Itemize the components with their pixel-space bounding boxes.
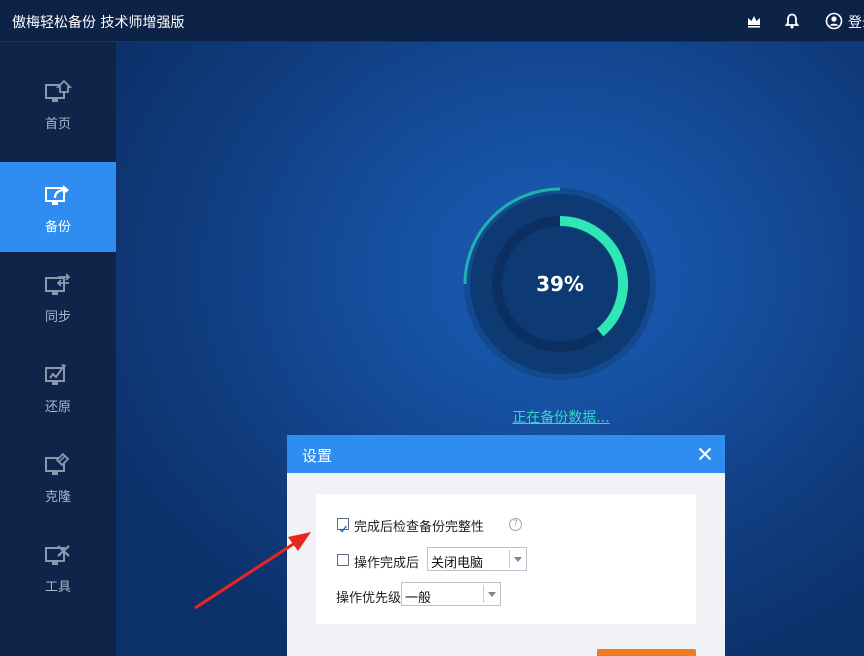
restore-monitor-icon xyxy=(45,364,66,385)
sidebar-item-sync[interactable]: 同步 xyxy=(0,252,116,342)
after-operation-value: 关闭电脑 xyxy=(431,556,484,571)
backup-monitor-icon xyxy=(45,185,69,205)
after-operation-label: 操作完成后 xyxy=(354,556,420,571)
dialog-header: 设置 xyxy=(287,435,725,473)
dialog-title: 设置 xyxy=(302,447,333,465)
bell-icon[interactable] xyxy=(782,11,802,31)
options-panel: 完成后检查备份完整性 ? 操作完成后 关闭电脑 操作优先级 一般 xyxy=(316,494,696,624)
title-bar: 傲梅轻松备份 技术师增强版 登录 xyxy=(0,0,864,42)
confirm-button[interactable] xyxy=(597,649,696,656)
sidebar-item-backup[interactable]: 备份 xyxy=(0,162,116,252)
clone-monitor-icon xyxy=(45,452,70,475)
after-operation-select[interactable]: 关闭电脑 xyxy=(427,547,527,571)
tools-monitor-icon xyxy=(45,545,70,565)
verify-label: 完成后检查备份完整性 xyxy=(354,520,485,535)
close-icon[interactable] xyxy=(697,446,713,462)
login-link[interactable]: 登录 xyxy=(848,12,864,32)
backup-status-link[interactable]: 正在备份数据... xyxy=(461,407,661,427)
sidebar-item-label: 备份 xyxy=(44,220,71,235)
sidebar-item-home[interactable]: 首页 xyxy=(0,59,116,149)
sync-monitor-icon xyxy=(45,273,71,295)
priority-label: 操作优先级 xyxy=(336,591,402,606)
chevron-down-icon[interactable] xyxy=(483,585,500,603)
sidebar-item-restore[interactable]: 还原 xyxy=(0,342,116,432)
user-icon[interactable] xyxy=(824,11,844,31)
sidebar: 首页 备份 同步 还原 克隆 工具 xyxy=(0,42,116,656)
sidebar-item-label: 还原 xyxy=(44,400,71,415)
home-monitor-icon xyxy=(45,79,72,102)
sidebar-item-label: 克隆 xyxy=(44,490,71,505)
after-operation-checkbox[interactable] xyxy=(337,554,349,566)
sidebar-item-tools[interactable]: 工具 xyxy=(0,522,116,612)
checkmark-icon xyxy=(339,525,347,533)
crown-icon[interactable] xyxy=(744,11,764,31)
progress-percent: 39% xyxy=(536,272,584,296)
settings-dialog: 设置 完成后检查备份完整性 ? 操作完成后 关闭电脑 操作优先级 一般 xyxy=(287,435,725,656)
sidebar-item-label: 同步 xyxy=(44,310,71,325)
app-title: 傲梅轻松备份 技术师增强版 xyxy=(12,15,185,31)
sidebar-item-label: 工具 xyxy=(44,580,71,595)
sidebar-item-label: 首页 xyxy=(44,117,71,132)
sidebar-item-clone[interactable]: 克隆 xyxy=(0,432,116,522)
priority-value: 一般 xyxy=(405,591,432,606)
verify-checkbox[interactable] xyxy=(337,518,349,533)
help-icon[interactable]: ? xyxy=(509,518,522,531)
priority-select[interactable]: 一般 xyxy=(401,582,501,606)
chevron-down-icon[interactable] xyxy=(509,550,526,568)
